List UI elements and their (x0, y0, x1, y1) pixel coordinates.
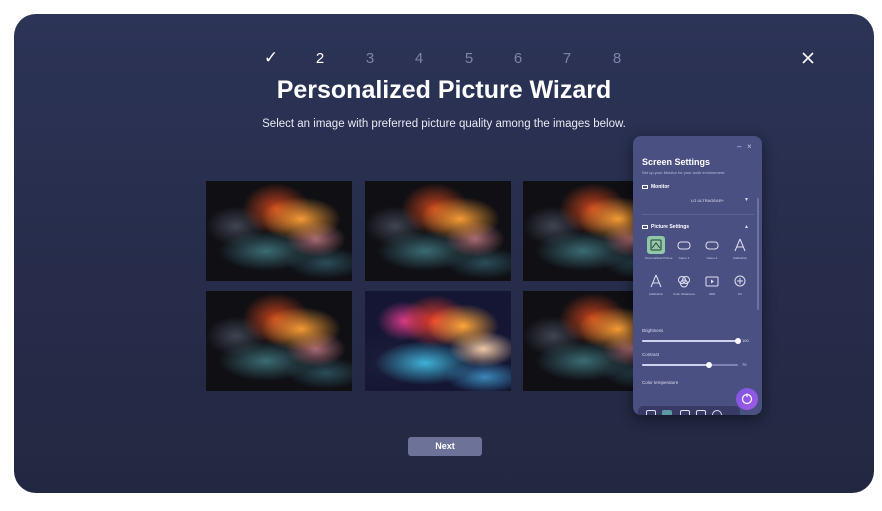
close-icon (802, 52, 814, 64)
brightness-label: Brightness (642, 328, 664, 333)
mode-label: PC (737, 292, 743, 296)
gear-icon[interactable] (712, 410, 722, 415)
slider-handle[interactable] (706, 362, 712, 368)
color-temperature-label: Color temperature (642, 380, 679, 385)
gamepad-icon (703, 236, 721, 254)
minimize-icon[interactable]: – (737, 142, 741, 151)
page-subtitle: Select an image with preferred picture q… (262, 118, 626, 130)
mode-label: Calibration (732, 256, 748, 260)
split-screen-icon[interactable] (680, 410, 690, 415)
monitor-icon[interactable] (646, 410, 656, 415)
contrast-value: 70 (742, 362, 747, 367)
calibration-icon (731, 236, 749, 254)
mode-hdr[interactable]: HDR (701, 272, 723, 296)
picture-icon[interactable] (662, 410, 672, 415)
personalized-icon (647, 236, 665, 254)
screen-settings-panel: – × Screen Settings Set up your Monitor … (633, 136, 762, 415)
calibration-icon (647, 272, 665, 290)
monitor-select[interactable]: LG ULTRAGEAR+ (691, 198, 724, 203)
panel-scrollbar[interactable] (757, 198, 759, 310)
step-1-done: ✓ (263, 48, 279, 67)
gamepad-icon (675, 236, 693, 254)
monitor-section: Monitor (642, 184, 669, 190)
input-icon[interactable] (696, 410, 706, 415)
mode-label: HDR (708, 292, 716, 296)
mode-game-1[interactable]: Game 1 (673, 236, 695, 260)
mode-color-weakness[interactable]: Color Weakness (673, 272, 695, 296)
assistant-fab[interactable] (736, 388, 758, 410)
page-title: Personalized Picture Wizard (276, 76, 612, 104)
play-icon (703, 272, 721, 290)
panel-subtitle: Set up your Monitor for your work enviro… (642, 170, 726, 175)
brightness-value: 100 (742, 338, 749, 343)
slider-handle[interactable] (735, 338, 741, 344)
image-option-1[interactable] (206, 181, 352, 281)
mode-label: Game 1 (678, 256, 690, 260)
mode-game-2[interactable]: Game 2 (701, 236, 723, 260)
divider (642, 214, 754, 215)
mode-label: Calibration (648, 292, 664, 296)
step-6: 6 (513, 50, 523, 67)
panel-title: Screen Settings (642, 157, 711, 167)
mode-personalized[interactable]: Personalized Picture (645, 236, 673, 260)
close-button[interactable] (802, 52, 818, 68)
mode-calibration[interactable]: Calibration (729, 236, 751, 260)
picture-icon (642, 224, 648, 229)
picture-chevron-icon[interactable]: ▴ (745, 223, 748, 230)
power-icon (741, 393, 753, 405)
next-button[interactable]: Next (408, 437, 482, 456)
step-4: 4 (414, 50, 424, 67)
image-option-4[interactable] (206, 291, 352, 391)
picture-settings-label: Picture Settings (651, 224, 690, 230)
monitor-icon (642, 184, 648, 189)
image-option-2[interactable] (365, 181, 511, 281)
step-indicator: ✓ 2 3 4 5 6 7 8 (14, 48, 874, 74)
panel-close-icon[interactable]: × (747, 142, 752, 151)
step-2: 2 (315, 50, 325, 67)
step-8: 8 (612, 50, 622, 67)
mode-label: Personalized Picture (645, 256, 673, 260)
contrast-slider[interactable] (642, 362, 738, 368)
panel-taskbar (638, 406, 740, 415)
contrast-label: Contrast (642, 352, 660, 357)
step-7: 7 (562, 50, 572, 67)
brightness-slider[interactable] (642, 338, 741, 344)
mode-label: Color Weakness (673, 292, 695, 296)
step-5: 5 (464, 50, 474, 67)
image-option-5-selected[interactable] (365, 291, 511, 391)
mode-label: Game 2 (706, 256, 718, 260)
monitor-section-label: Monitor (651, 184, 670, 190)
mode-pc[interactable]: PC (729, 272, 751, 296)
wizard-window: ✓ 2 3 4 5 6 7 8 Personalized Picture Wiz… (14, 14, 874, 493)
color-circles-icon (675, 272, 693, 290)
step-3: 3 (365, 50, 375, 67)
picture-settings-section: Picture Settings (642, 224, 689, 230)
mode-calibration-2[interactable]: Calibration (645, 272, 667, 296)
monitor-chevron-icon[interactable]: ▾ (745, 196, 748, 203)
plus-circle-icon (731, 272, 749, 290)
